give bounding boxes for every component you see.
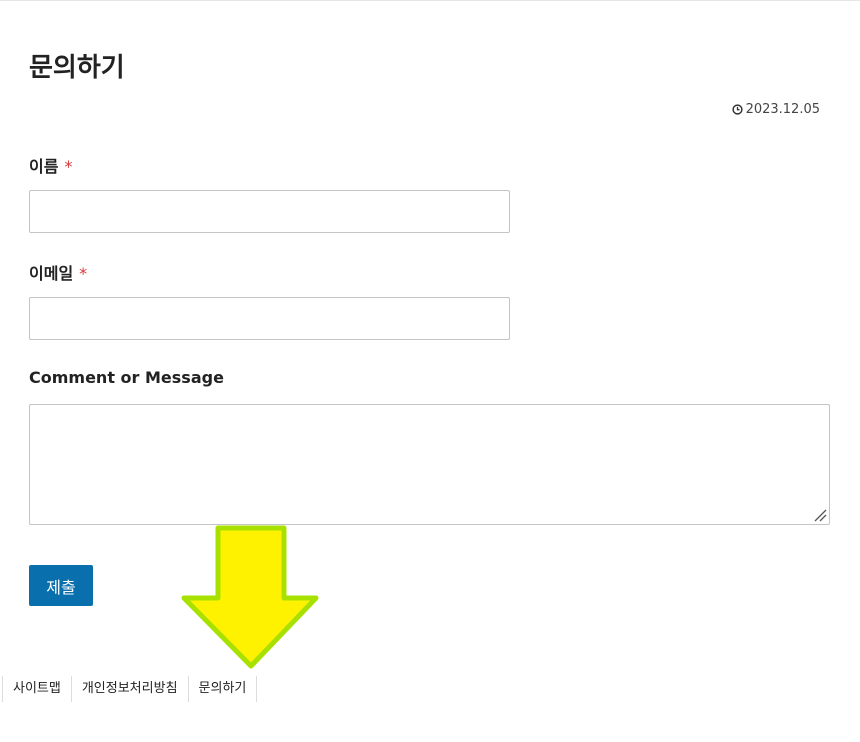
footer-nav: 사이트맵 개인정보처리방침 문의하기 [2, 676, 258, 702]
email-label-text: 이메일 [29, 264, 74, 283]
message-textarea[interactable] [29, 404, 830, 525]
name-label: 이름 * [29, 153, 72, 177]
name-input[interactable] [29, 190, 510, 233]
post-date-text: 2023.12.05 [745, 102, 820, 117]
submit-button[interactable]: 제출 [29, 565, 93, 606]
post-date: 2023.12.05 [731, 102, 820, 117]
name-label-text: 이름 [29, 157, 59, 176]
email-input[interactable] [29, 297, 510, 340]
message-label: Comment or Message [29, 368, 224, 387]
page-title: 문의하기 [29, 53, 125, 83]
clock-icon [731, 104, 743, 115]
top-divider [0, 0, 860, 1]
footer-link-contact[interactable]: 문의하기 [187, 676, 258, 702]
resize-handle-icon[interactable] [813, 508, 827, 522]
footer-link-sitemap[interactable]: 사이트맵 [2, 676, 71, 702]
required-mark: * [64, 157, 73, 176]
footer-link-privacy-policy[interactable]: 개인정보처리방침 [70, 676, 188, 702]
arrow-down-icon [181, 525, 319, 669]
email-label: 이메일 * [29, 260, 87, 284]
contact-page: 문의하기 2023.12.05 이름 * 이메일 * Comment or Mess… [0, 0, 860, 742]
required-mark: * [79, 264, 88, 283]
